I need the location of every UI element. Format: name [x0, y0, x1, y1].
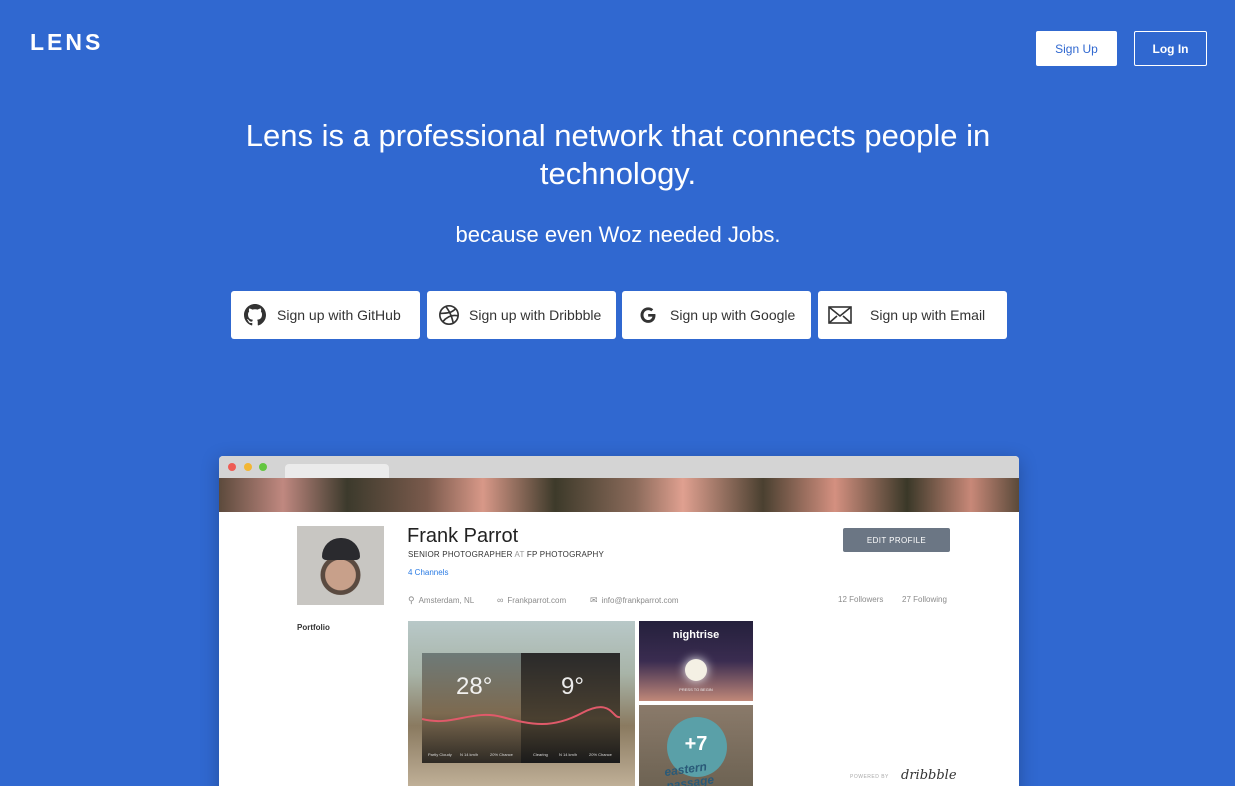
window-maximize-dot — [259, 463, 267, 471]
weather-label: Partly Cloudy — [428, 752, 452, 757]
profile-channels: 4 Channels — [408, 568, 449, 577]
profile-mockup: Frank Parrot SENIOR PHOTOGRAPHER AT FP P… — [219, 456, 1019, 786]
browser-chrome — [219, 456, 1019, 478]
weather-label: 20% Chance — [589, 752, 612, 757]
lens-logo[interactable]: LENS — [30, 29, 103, 56]
signup-github-button[interactable]: Sign up with GitHub — [231, 291, 420, 339]
hero-subline: because even Woz needed Jobs. — [455, 222, 781, 247]
weather-label: 20% Chance — [490, 752, 513, 757]
location-pin-icon: ⚲ — [408, 595, 415, 605]
weather-card: 28° Partly Cloudy N 14 km/h 20% Chance 9… — [422, 653, 620, 763]
portfolio-tile-weather: 28° Partly Cloudy N 14 km/h 20% Chance 9… — [408, 621, 635, 786]
window-minimize-dot — [244, 463, 252, 471]
moon-icon — [685, 659, 707, 681]
portfolio-tile-nightrise: nightrise PRESS TO BEGIN — [639, 621, 753, 701]
signup-email-label: Sign up with Email — [870, 307, 986, 323]
dribbble-logo: dribbble — [901, 768, 957, 783]
signup-google-button[interactable]: Sign up with Google — [622, 291, 811, 339]
profile-avatar — [297, 526, 384, 605]
signup-button[interactable]: Sign Up — [1036, 31, 1117, 66]
signup-dribbble-button[interactable]: Sign up with Dribbble — [427, 291, 616, 339]
google-icon — [636, 303, 660, 327]
edit-profile-button: EDIT PROFILE — [843, 528, 950, 552]
login-button[interactable]: Log In — [1134, 31, 1207, 66]
profile-name: Frank Parrot — [407, 525, 519, 547]
weather-label: N 14 km/h — [559, 752, 578, 757]
email-icon — [828, 303, 852, 327]
browser-tab — [285, 464, 389, 478]
weather-label: Clearing — [533, 752, 548, 757]
profile-followers: 12 Followers — [838, 595, 884, 604]
portfolio-label: Portfolio — [297, 623, 330, 632]
window-close-dot — [228, 463, 236, 471]
mail-icon: ✉ — [590, 595, 598, 605]
profile-website: ∞ Frankparrot.com — [497, 595, 567, 605]
nightrise-title: nightrise — [672, 629, 720, 641]
hero-headline: Lens is a professional network that conn… — [245, 118, 991, 191]
plus-count: +7 — [684, 733, 708, 755]
signup-google-label: Sign up with Google — [670, 307, 796, 323]
weather-label: N 14 km/h — [460, 752, 479, 757]
powered-by-label: POWERED BY — [850, 774, 889, 780]
signup-email-button[interactable]: Sign up with Email — [818, 291, 1007, 339]
dribbble-icon — [437, 303, 461, 327]
weather-temp-right: 9° — [561, 673, 584, 700]
portfolio-tile-more: +7 eastern passage — [639, 705, 753, 786]
link-icon: ∞ — [497, 595, 504, 605]
profile-location: ⚲ Amsterdam, NL — [408, 595, 475, 605]
github-icon — [243, 303, 267, 327]
signup-github-label: Sign up with GitHub — [277, 307, 401, 323]
profile-title: SENIOR PHOTOGRAPHER AT FP PHOTOGRAPHY — [408, 550, 605, 559]
weather-temp-left: 28° — [456, 673, 493, 700]
profile-following: 27 Following — [902, 595, 947, 604]
profile-email: ✉ info@frankparrot.com — [590, 595, 679, 605]
signup-dribbble-label: Sign up with Dribbble — [469, 307, 602, 323]
profile-banner — [219, 478, 1019, 512]
nightrise-sub: PRESS TO BEGIN — [679, 687, 713, 692]
